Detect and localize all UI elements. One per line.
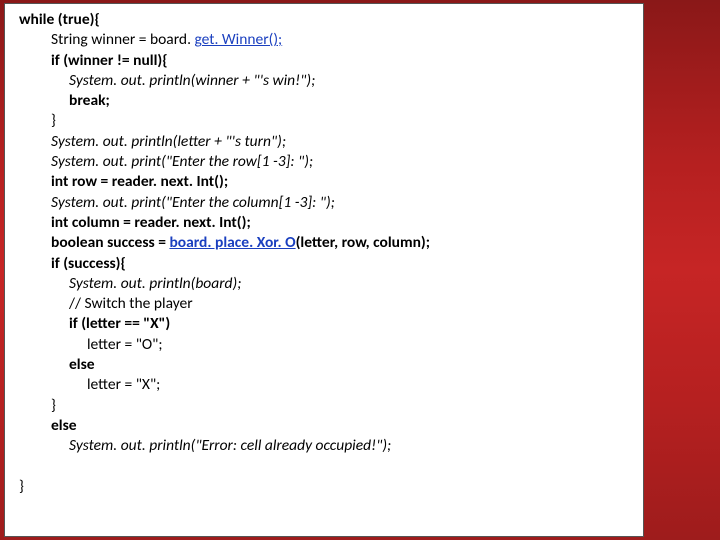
code-text: System.	[51, 193, 103, 212]
code-text: System.	[51, 132, 103, 151]
code-line: System. out. print("Enter the column[1 -…	[19, 193, 633, 213]
code-text: System.	[69, 71, 121, 90]
code-text: }	[51, 396, 56, 415]
code-line: System. out. print("Enter the row[1 -3]:…	[19, 152, 633, 172]
code-line: }	[19, 396, 633, 416]
code-text: out. println(winner	[121, 71, 239, 90]
code-text: System.	[69, 274, 121, 293]
code-text: + "'s turn");	[211, 132, 286, 151]
code-text: letter = "O";	[87, 335, 163, 354]
code-text: letter = "X";	[87, 375, 160, 394]
code-text: System.	[51, 152, 103, 171]
code-block: while (true){ String winner = board. get…	[4, 3, 644, 537]
code-line: // Switch the player	[19, 294, 633, 314]
code-line: int row = reader. next. Int();	[19, 172, 633, 192]
code-line	[19, 457, 633, 477]
code-line: }	[19, 111, 633, 131]
code-line: System. out. println(winner + "'s win!")…	[19, 71, 633, 91]
code-line: letter = "O";	[19, 335, 633, 355]
code-text: the column[1 -3]: ");	[205, 193, 335, 212]
code-text: if (winner != null){	[51, 51, 168, 70]
code-text: int row = reader. next. Int();	[51, 172, 228, 191]
code-text: int column = reader. next. Int();	[51, 213, 251, 232]
code-text: (letter, row, column);	[296, 233, 430, 252]
code-link: get. Winner();	[194, 30, 282, 49]
code-line: System. out. println(board);	[19, 274, 633, 294]
code-line: if (letter == "X")	[19, 314, 633, 334]
code-text: String winner = board.	[51, 30, 194, 49]
code-text: System.	[69, 436, 121, 455]
code-text: else	[51, 416, 77, 435]
code-text: out. print("Enter	[103, 193, 205, 212]
code-line: int column = reader. next. Int();	[19, 213, 633, 233]
code-line: else	[19, 355, 633, 375]
code-text: else	[69, 355, 95, 374]
code-text: the row[1 -3]: ");	[205, 152, 313, 171]
code-line: letter = "X";	[19, 375, 633, 395]
code-text: // Switch the player	[69, 294, 193, 313]
code-line: if (success){	[19, 254, 633, 274]
code-text: out. println(letter	[103, 132, 211, 151]
code-link: board. place. Xor. O	[169, 233, 295, 252]
code-text: boolean success =	[51, 233, 169, 252]
code-text: }	[19, 477, 24, 496]
code-line: break;	[19, 91, 633, 111]
code-text: : cell already occupied!");	[233, 436, 391, 455]
code-text: while (true){	[19, 10, 100, 29]
code-line: System. out. println("Error: cell alread…	[19, 436, 633, 456]
code-text: if (success){	[51, 254, 126, 273]
code-text: + "'s win!");	[239, 71, 316, 90]
code-text: if (letter == "X")	[69, 314, 170, 333]
code-line: }	[19, 477, 633, 497]
code-text: }	[51, 111, 56, 130]
code-text	[51, 457, 55, 476]
code-text: );	[233, 274, 242, 293]
code-text: out. println(board	[121, 274, 233, 293]
code-text: out. println("Error	[121, 436, 233, 455]
code-line: if (winner != null){	[19, 51, 633, 71]
code-line: String winner = board. get. Winner();	[19, 30, 633, 50]
code-text: out. print("Enter	[103, 152, 205, 171]
code-line: while (true){	[19, 10, 633, 30]
code-line: System. out. println(letter + "'s turn")…	[19, 132, 633, 152]
code-line: boolean success = board. place. Xor. O(l…	[19, 233, 633, 253]
code-line: else	[19, 416, 633, 436]
code-text: break;	[69, 91, 110, 110]
